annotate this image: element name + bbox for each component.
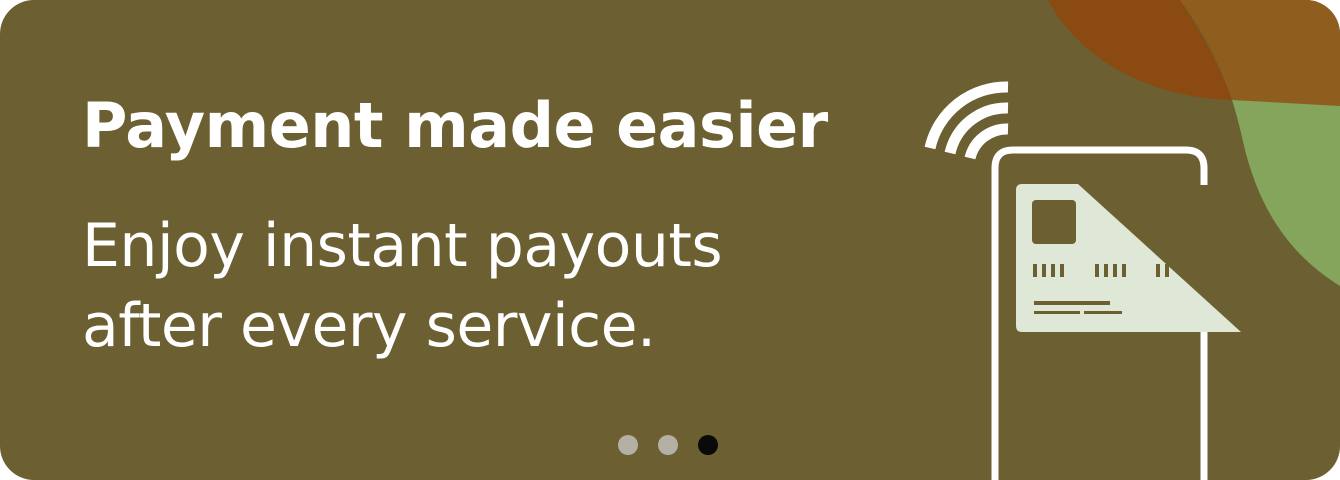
carousel-pagination [618, 435, 718, 455]
contactless-icon [924, 81, 1009, 160]
promo-banner[interactable]: Payment made easier Enjoy instant payout… [0, 0, 1340, 480]
carousel-dot-2[interactable] [658, 435, 678, 455]
credit-card-icon [1016, 184, 1241, 332]
banner-subline-line-2: after every service. [82, 291, 656, 361]
banner-subline-line-1: Enjoy instant payouts [82, 211, 723, 281]
carousel-dot-3[interactable] [698, 435, 718, 455]
green-blob-shape [1232, 100, 1340, 286]
carousel-dot-1[interactable] [618, 435, 638, 455]
banner-headline: Payment made easier [82, 89, 828, 162]
banner-subline: Enjoy instant payouts after every servic… [82, 206, 882, 366]
